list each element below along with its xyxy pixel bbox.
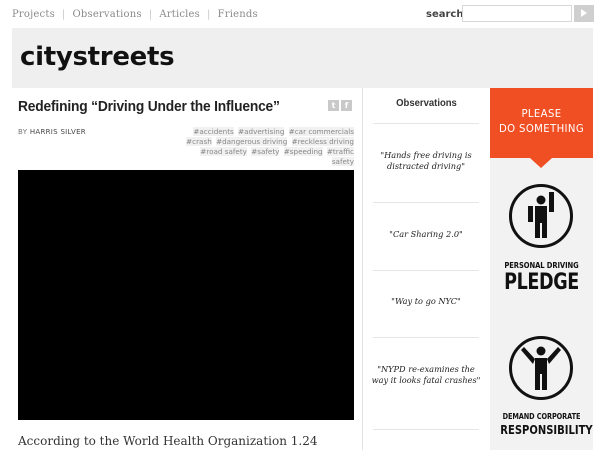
divider — [373, 337, 479, 338]
article-lead: According to the World Health Organizati… — [18, 434, 318, 448]
tag-link[interactable]: #speeding — [283, 147, 323, 156]
search-label: search — [426, 9, 464, 20]
promo-sidebar: PLEASE DO SOMETHING PERSONAL DRIVING PLE… — [490, 88, 593, 450]
tag-link[interactable]: #dangerous driving — [216, 137, 288, 146]
please-do-something-banner[interactable]: PLEASE DO SOMETHING — [490, 88, 593, 168]
search-input[interactable] — [462, 5, 572, 22]
promo-cta-line2: DO SOMETHING — [498, 122, 585, 135]
twitter-icon[interactable]: t — [328, 100, 339, 111]
observation-item[interactable]: "Car Sharing 2.0" — [371, 229, 481, 240]
video-player[interactable] — [18, 170, 354, 420]
pledge-person-icon — [528, 192, 554, 238]
nav-links: Projects | Observations | Articles | Friends — [12, 9, 258, 20]
nav-projects[interactable]: Projects — [12, 9, 55, 20]
tag-link[interactable]: #car commercials — [288, 127, 354, 136]
pledge-badge[interactable] — [509, 184, 573, 248]
article: Redefining “Driving Under the Influence”… — [18, 96, 354, 448]
nav-friends[interactable]: Friends — [218, 9, 258, 20]
tag-link[interactable]: #advertising — [238, 127, 285, 136]
observations-title: Observations — [396, 98, 457, 109]
demand-person-icon — [521, 346, 561, 390]
divider — [373, 270, 479, 271]
search-submit-button[interactable] — [574, 5, 594, 22]
pledge-big-text[interactable]: PLEDGE — [500, 270, 582, 295]
top-nav: Projects | Observations | Articles | Friends s… — [0, 0, 600, 28]
demand-badge[interactable] — [509, 336, 573, 400]
divider — [373, 202, 479, 203]
tag-link[interactable]: #traffic safety — [326, 147, 354, 166]
nav-observations[interactable]: Observations — [72, 9, 141, 20]
observation-item[interactable]: "Hands free driving is distracted drivin… — [371, 150, 481, 172]
site-logo[interactable]: citystreets — [20, 42, 175, 72]
observation-item[interactable]: "NYPD re-examines the way it looks fatal… — [371, 364, 481, 386]
tag-link[interactable]: #crash — [186, 137, 212, 146]
tag-link[interactable]: #accidents — [193, 127, 234, 136]
divider — [373, 429, 479, 430]
byline: BY HARRIS SILVER — [18, 128, 86, 136]
observation-item[interactable]: "Way to go NYC" — [371, 296, 481, 307]
facebook-icon[interactable]: f — [341, 100, 352, 111]
tag-link[interactable]: #reckless driving — [291, 137, 354, 146]
promo-cta: PLEASE DO SOMETHING — [494, 106, 589, 136]
demand-small-text: DEMAND CORPORATE — [502, 412, 581, 421]
site-header: citystreets — [12, 28, 593, 88]
pledge-small-text: PERSONAL DRIVING — [504, 261, 579, 270]
article-title[interactable]: Redefining “Driving Under the Influence” — [18, 98, 280, 115]
demand-big-text[interactable]: RESPONSIBILITY — [500, 422, 592, 437]
nav-articles[interactable]: Articles — [159, 9, 200, 20]
tag-list: #accidents #advertising #car commercials… — [184, 127, 354, 167]
observations-sidebar: Observations "Hands free driving is dist… — [363, 88, 490, 450]
divider — [373, 123, 479, 124]
author-link[interactable]: HARRIS SILVER — [30, 128, 86, 136]
promo-cta-line1: PLEASE — [521, 107, 562, 120]
tag-link[interactable]: #road safety — [200, 147, 247, 156]
tag-link[interactable]: #safety — [251, 147, 280, 156]
byline-prefix: BY — [18, 128, 30, 136]
